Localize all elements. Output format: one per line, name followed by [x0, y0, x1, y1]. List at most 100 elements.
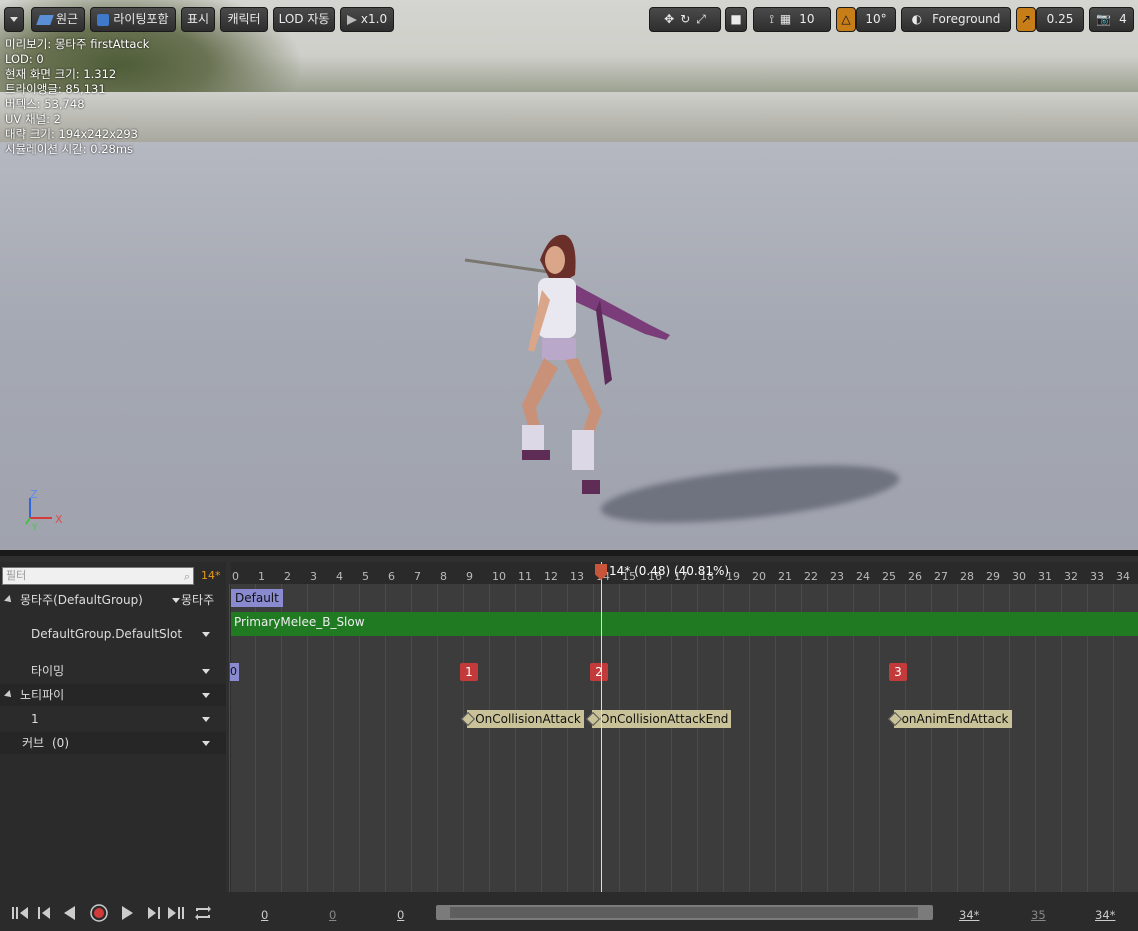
ruler-tick: 30: [1012, 570, 1026, 583]
timeline-scrollbar[interactable]: [436, 905, 933, 920]
scale-snap-value[interactable]: 0.25: [1036, 7, 1084, 32]
ruler-tick: 11: [518, 570, 532, 583]
playhead-line[interactable]: [601, 562, 602, 892]
grid-line: [229, 584, 230, 892]
curves-dropdown-icon[interactable]: [202, 741, 210, 746]
loop-icon[interactable]: [193, 904, 213, 922]
rotation-snap-label: 10°: [865, 12, 887, 26]
ruler-tick: 25: [882, 570, 896, 583]
lod-button[interactable]: LOD 자동: [273, 7, 335, 32]
expand-arrow-icon[interactable]: [4, 690, 14, 700]
notify-event[interactable]: onAnimEndAttack: [893, 710, 1012, 728]
play-icon[interactable]: [117, 904, 137, 922]
surface-snap-icon[interactable]: ⟟: [769, 8, 773, 31]
scale-icon[interactable]: ⤢: [696, 8, 706, 31]
grid-snap-icon[interactable]: ▦: [780, 8, 791, 31]
camera-speed-button[interactable]: 📷 4: [1089, 7, 1134, 32]
montage-group-row[interactable]: 몽타주(DefaultGroup) 몽타주: [0, 589, 226, 611]
layer-dropdown[interactable]: ◐ Foreground: [901, 7, 1011, 32]
play-reverse-icon[interactable]: [60, 904, 80, 922]
stat-line: 미리보기: 몽타주 firstAttack: [5, 37, 150, 51]
layer-label: Foreground: [932, 12, 1001, 26]
ruler-tick: 28: [960, 570, 974, 583]
grid-size-value[interactable]: 10: [799, 12, 814, 26]
show-button[interactable]: 표시: [181, 7, 215, 32]
work-start-value[interactable]: 0: [397, 908, 404, 922]
ruler-tick: 27: [934, 570, 948, 583]
stat-line: 대략 크기: 194x242x293: [5, 127, 138, 141]
timing-row[interactable]: 타이밍: [0, 660, 226, 682]
world-local-toggle[interactable]: ■: [725, 7, 747, 32]
ruler-tick: 9: [466, 570, 473, 583]
montage-segment[interactable]: PrimaryMelee_B_Slow: [231, 612, 1138, 636]
skip-to-start-icon[interactable]: [10, 904, 30, 922]
angle-icon: △: [841, 12, 851, 26]
timing-dropdown-icon[interactable]: [202, 669, 210, 674]
timing-marker[interactable]: 2: [590, 663, 608, 681]
timing-label: 타이밍: [31, 664, 65, 678]
viewport-options-dropdown[interactable]: [4, 7, 24, 32]
rotate-icon[interactable]: ↻: [680, 8, 690, 31]
scrollbar-thumb[interactable]: [450, 907, 918, 918]
range-end-value[interactable]: 35: [1031, 908, 1046, 922]
rotation-snap-value[interactable]: 10°: [856, 7, 896, 32]
timing-start-marker[interactable]: 0: [230, 663, 239, 681]
section-default[interactable]: Default: [231, 589, 283, 607]
ruler-tick: 4: [336, 570, 343, 583]
lighting-button[interactable]: 라이팅포함: [90, 7, 176, 32]
record-icon[interactable]: [89, 904, 109, 922]
ruler-tick: 7: [414, 570, 421, 583]
step-forward-icon[interactable]: [143, 904, 163, 922]
move-icon[interactable]: ✥: [664, 8, 674, 31]
work-end-value[interactable]: 34*: [959, 908, 979, 922]
transport-bar: 0 0 0 34* 35 34*: [0, 892, 1138, 931]
expand-arrow-icon[interactable]: [4, 595, 14, 605]
axis-gizmo: Z X Y: [25, 488, 63, 533]
view-start-value[interactable]: 0: [261, 908, 268, 922]
rotation-snap-toggle[interactable]: △: [836, 7, 856, 32]
camera-icon: 📷: [1096, 12, 1112, 26]
character-button[interactable]: 캐릭터: [220, 7, 268, 32]
ruler-tick: 2: [284, 570, 291, 583]
slot-label: DefaultGroup.DefaultSlot: [31, 627, 183, 641]
playback-speed-button[interactable]: x1.0: [340, 7, 394, 32]
timing-marker[interactable]: 3: [889, 663, 907, 681]
curves-row[interactable]: 커브 (0): [0, 732, 226, 754]
preview-viewport[interactable]: 원근 라이팅포함 표시 캐릭터 LOD 자동 x1.0 ✥ ↻ ⤢ ■ ⟟ ▦ 10 △…: [0, 0, 1138, 550]
ruler-tick: 34: [1116, 570, 1130, 583]
search-icon: ⌕: [183, 570, 190, 583]
notify-event[interactable]: OnCollisionAttackEnd: [592, 710, 732, 728]
stat-line: UV 채널: 2: [5, 112, 61, 126]
timing-marker[interactable]: 1: [460, 663, 478, 681]
montage-group-label: 몽타주(DefaultGroup): [20, 593, 143, 607]
montage-button[interactable]: 몽타주: [181, 589, 214, 611]
perspective-button[interactable]: 원근: [31, 7, 85, 32]
ruler-tick: 8: [440, 570, 447, 583]
slot-dropdown-icon[interactable]: [202, 632, 210, 637]
background-road: [0, 92, 1138, 142]
range-start-value[interactable]: 0: [329, 908, 336, 922]
view-end-value[interactable]: 34*: [1095, 908, 1115, 922]
scale-arrow-icon: ↗: [1020, 12, 1032, 26]
scale-snap-toggle[interactable]: ↗: [1016, 7, 1036, 32]
slot-row[interactable]: DefaultGroup.DefaultSlot: [0, 612, 226, 656]
ruler-tick: 32: [1064, 570, 1078, 583]
perspective-label: 원근: [55, 12, 79, 26]
ruler-tick: 31: [1038, 570, 1052, 583]
notify-row[interactable]: 노티파이: [0, 684, 226, 706]
notify-track-row[interactable]: 1: [0, 708, 226, 730]
curves-label: 커브: [22, 736, 45, 750]
ruler-tick: 21: [778, 570, 792, 583]
ruler-tick: 24: [856, 570, 870, 583]
ruler-tick: 0: [232, 570, 239, 583]
ruler-tick: 23: [830, 570, 844, 583]
notify-dropdown-icon[interactable]: [202, 693, 210, 698]
skip-to-end-icon[interactable]: [166, 904, 186, 922]
notify-track-dropdown-icon[interactable]: [202, 717, 210, 722]
stat-line: 트라이앵글: 85,131: [5, 82, 106, 96]
filter-input[interactable]: 필터 ⌕: [2, 567, 194, 585]
step-back-icon[interactable]: [35, 904, 55, 922]
timeline-track-area[interactable]: 0123456789101112131415161718192021222324…: [229, 562, 1138, 892]
character-preview[interactable]: [460, 230, 690, 505]
notify-event[interactable]: OnCollisionAttack: [467, 710, 584, 728]
